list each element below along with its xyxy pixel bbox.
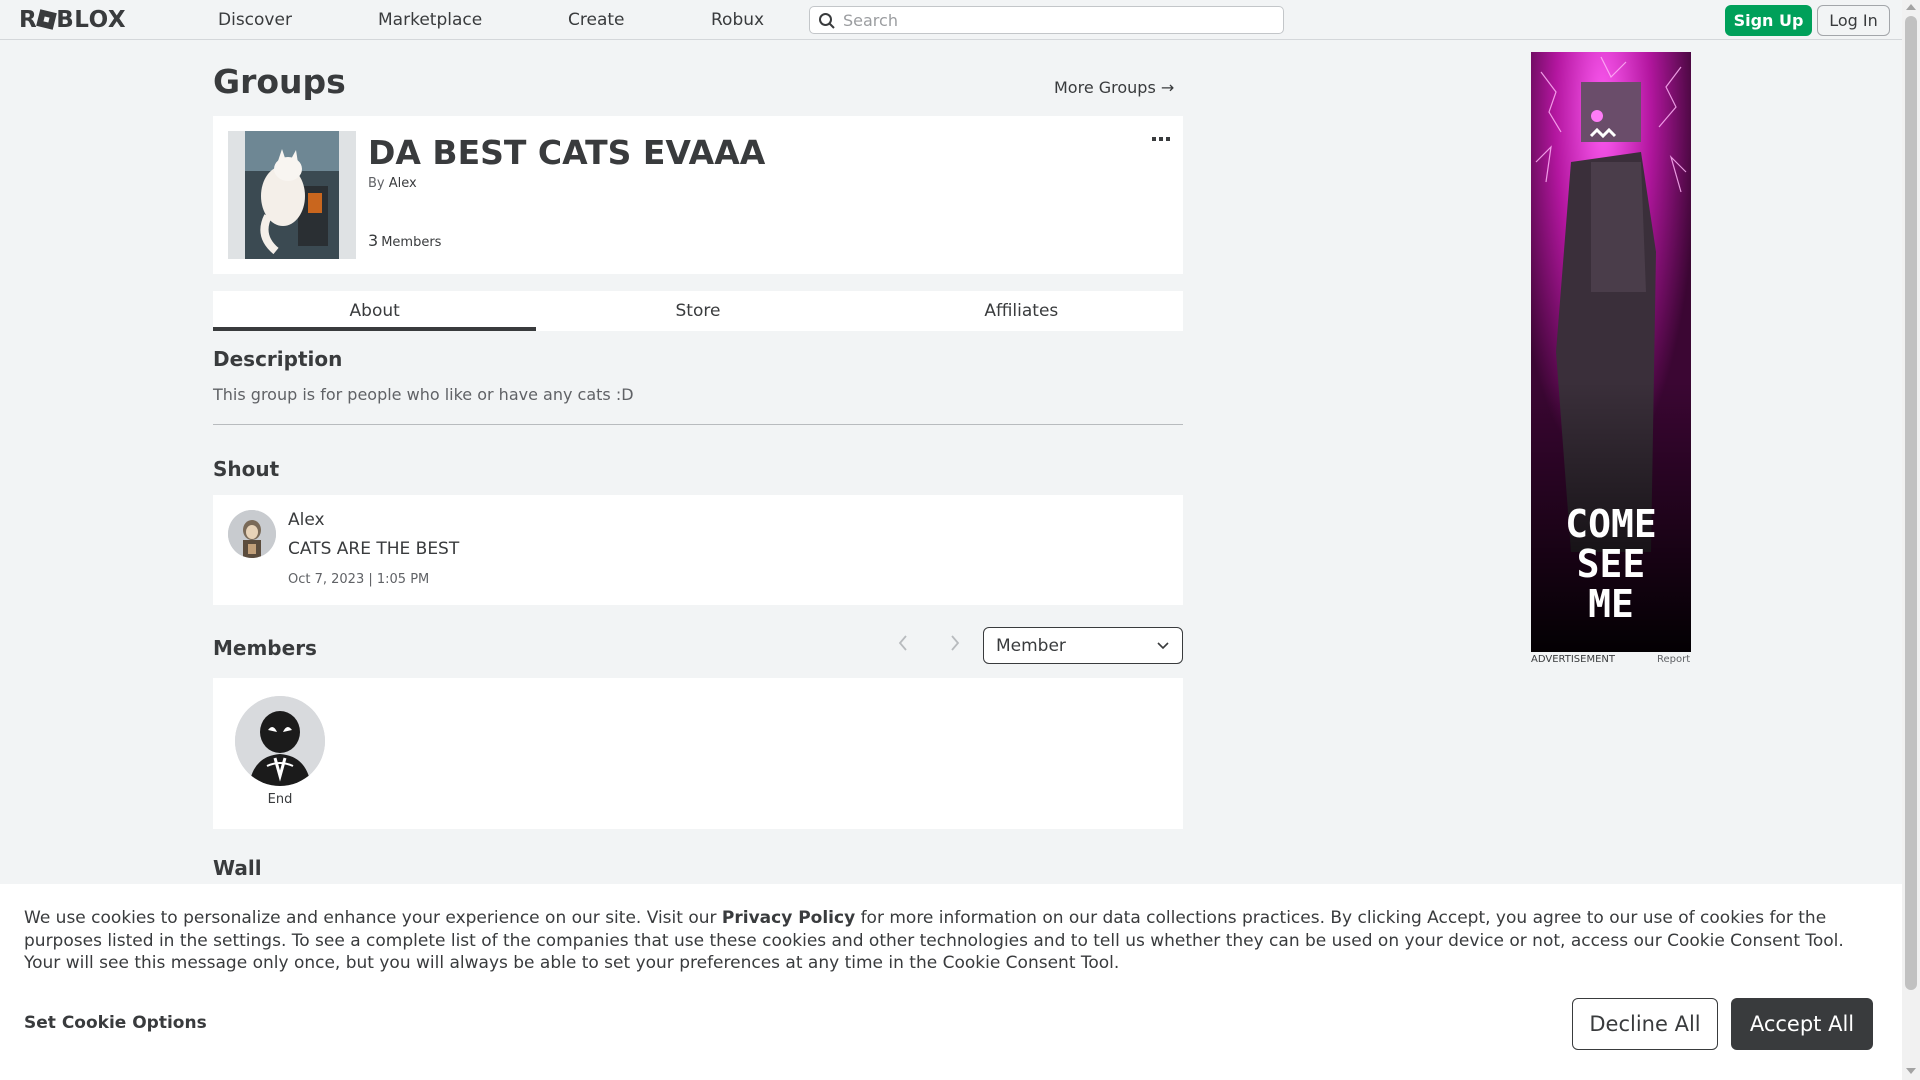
search-input[interactable] <box>843 10 1273 30</box>
chevron-left-icon[interactable] <box>897 634 909 652</box>
set-cookie-options-link[interactable]: Set Cookie Options <box>24 1013 207 1033</box>
advertisement-label: ADVERTISEMENT <box>1531 654 1616 665</box>
ad-line-3: ME <box>1588 582 1634 626</box>
more-options-icon[interactable] <box>1151 135 1171 143</box>
members-title: Members <box>213 636 317 660</box>
top-navigation-bar: R BLOX Discover Marketplace Create Robux … <box>0 0 1902 40</box>
nav-discover[interactable]: Discover <box>218 10 292 30</box>
more-groups-link[interactable]: More Groups → <box>1054 78 1174 97</box>
tab-affiliates[interactable]: Affiliates <box>860 291 1183 331</box>
member-count-number: 3 <box>368 231 379 250</box>
nav-robux[interactable]: Robux <box>711 10 764 30</box>
member-count-label: Members <box>381 235 442 250</box>
chevron-down-icon <box>1157 642 1169 650</box>
advertisement-banner[interactable]: COME SEE ME <box>1531 52 1691 652</box>
member-avatar[interactable] <box>235 696 325 786</box>
cookie-consent-banner: We use cookies to personalize and enhanc… <box>0 884 1902 1080</box>
nav-marketplace[interactable]: Marketplace <box>378 10 482 30</box>
group-owner-line: By Alex <box>368 176 417 191</box>
report-ad-link[interactable]: Report <box>1657 654 1690 665</box>
member-name[interactable]: End <box>235 792 325 807</box>
tab-store[interactable]: Store <box>536 291 859 331</box>
scrollbar-thumb[interactable] <box>1905 16 1917 990</box>
cookie-message: We use cookies to personalize and enhanc… <box>24 907 1884 975</box>
sign-up-button[interactable]: Sign Up <box>1725 5 1812 36</box>
search-icon <box>819 13 835 29</box>
section-divider <box>213 424 1183 425</box>
member-role-dropdown[interactable]: Member <box>983 627 1183 664</box>
decline-all-button[interactable]: Decline All <box>1572 998 1718 1050</box>
page-scrollbar[interactable] <box>1902 0 1920 1080</box>
accept-all-button[interactable]: Accept All <box>1731 998 1873 1050</box>
group-tabs: About Store Affiliates <box>213 291 1183 331</box>
roblox-logo[interactable]: R BLOX <box>19 7 126 33</box>
page-title: Groups <box>213 62 346 101</box>
description-title: Description <box>213 347 343 371</box>
shout-username[interactable]: Alex <box>288 510 325 530</box>
members-list-card: End <box>213 678 1183 829</box>
shout-timestamp: Oct 7, 2023 | 1:05 PM <box>288 572 430 587</box>
shout-card: Alex CATS ARE THE BEST Oct 7, 2023 | 1:0… <box>213 495 1183 605</box>
member-count: 3 Members <box>368 231 441 250</box>
log-in-button[interactable]: Log In <box>1817 5 1890 36</box>
privacy-policy-link[interactable]: Privacy Policy <box>722 908 855 928</box>
role-selected-value: Member <box>996 636 1066 656</box>
search-box <box>809 6 1284 34</box>
scroll-down-arrow-icon[interactable] <box>1906 1068 1916 1074</box>
description-text: This group is for people who like or hav… <box>213 385 634 404</box>
tab-about[interactable]: About <box>213 291 537 331</box>
by-label: By <box>368 176 385 191</box>
shout-title: Shout <box>213 457 280 481</box>
chevron-right-icon[interactable] <box>949 634 961 652</box>
group-emblem-image <box>228 131 356 259</box>
wall-title: Wall <box>213 856 262 880</box>
group-owner-link[interactable]: Alex <box>389 176 417 191</box>
ad-line-1: COME <box>1565 502 1657 546</box>
logo-o-mark <box>36 9 58 30</box>
nav-create[interactable]: Create <box>568 10 625 30</box>
shout-user-avatar[interactable] <box>228 510 276 558</box>
scroll-up-arrow-icon[interactable] <box>1906 4 1916 10</box>
group-header-card: DA BEST CATS EVAAA By Alex 3 Members <box>213 116 1183 274</box>
shout-message: CATS ARE THE BEST <box>288 539 460 559</box>
group-name: DA BEST CATS EVAAA <box>368 133 766 172</box>
ad-line-2: SEE <box>1577 542 1646 586</box>
cookie-text-before: We use cookies to personalize and enhanc… <box>24 908 722 928</box>
